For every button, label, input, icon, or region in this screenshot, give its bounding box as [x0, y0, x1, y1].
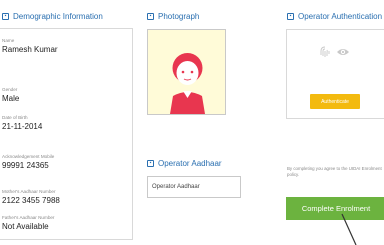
photo-frame[interactable] — [147, 29, 226, 115]
authenticate-button[interactable]: Authenticate — [310, 94, 360, 109]
operator-auth-title: Operator Authentication — [298, 12, 383, 21]
iris-eye-icon[interactable] — [336, 47, 350, 57]
avatar-icon — [170, 53, 205, 114]
field-gender: Gender Male — [2, 87, 20, 103]
operator-aadhaar-section-title: ▪ Operator Aadhaar — [147, 159, 222, 168]
id-card-icon: ▪ — [147, 160, 154, 167]
demographic-panel: Name Ramesh Kumar Gender Male Date of Bi… — [0, 28, 133, 240]
image-icon: ▪ — [147, 13, 154, 20]
demographic-title: Demographic Information — [13, 12, 103, 21]
field-father-aadhaar: Father's Aadhaar Number Not Available — [2, 215, 55, 231]
operator-aadhaar-title: Operator Aadhaar — [158, 159, 222, 168]
operator-aadhaar-input[interactable]: Operator Aadhaar — [147, 176, 241, 198]
field-dob: Date of Birth 21-11-2014 — [2, 115, 43, 131]
biometric-icons — [320, 46, 350, 58]
fingerprint-scan-icon[interactable] — [320, 46, 330, 58]
consent-text: By completing you agree to the UIDAI Enr… — [287, 166, 382, 177]
demographic-section-title: ▪ Demographic Information — [2, 12, 103, 21]
field-name: Name Ramesh Kumar — [2, 38, 58, 54]
photograph-section-title: ▪ Photograph — [147, 12, 199, 21]
field-mother-aadhaar: Mother's Aadhaar Number 2122 3455 7988 — [2, 189, 60, 205]
mouse-pointer-icon — [341, 213, 357, 245]
fingerprint-icon: ▪ — [287, 13, 294, 20]
document-icon: ▪ — [2, 13, 9, 20]
field-mobile: Acknowledgement Mobile 99991 24365 — [2, 154, 55, 170]
operator-auth-section-title: ▪ Operator Authentication — [287, 12, 382, 21]
photograph-title: Photograph — [158, 12, 200, 21]
